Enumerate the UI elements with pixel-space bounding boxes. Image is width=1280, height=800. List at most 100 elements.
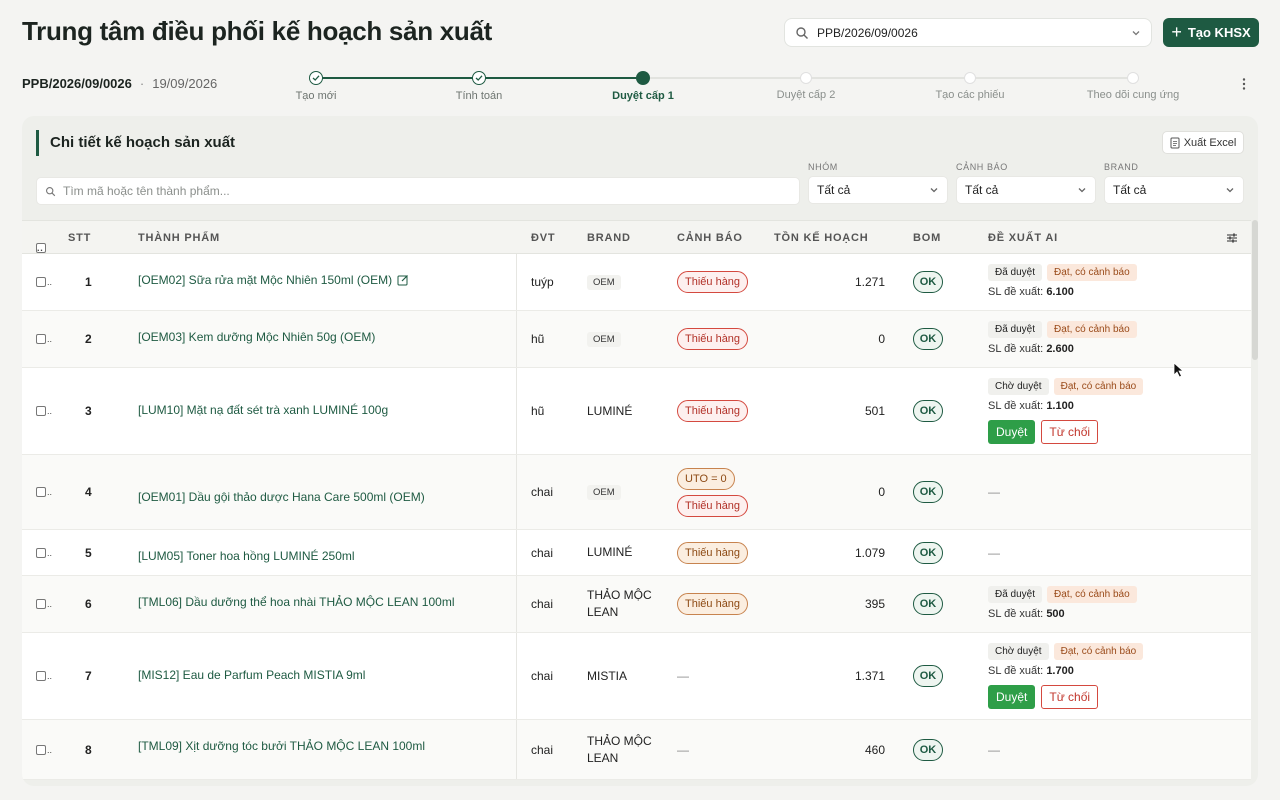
product-link[interactable]: [LUM05] Toner hoa hồng LUMINÉ 250ml [138, 549, 355, 563]
bom-status-badge[interactable]: OK [913, 593, 943, 615]
step-dot [800, 72, 812, 84]
row-stock: 1.079 [854, 545, 885, 560]
row-stt: 5 [85, 545, 92, 560]
filter-warning-select[interactable]: Tất cả [956, 176, 1096, 204]
approve-button[interactable]: Duyệt [988, 420, 1036, 444]
row-stock: 1.271 [854, 275, 885, 289]
table-row[interactable]: .. 5 [LUM05] Toner hoa hồng LUMINÉ 250ml ch… [22, 530, 1251, 576]
filter-brand-select[interactable]: Tất cả [1104, 176, 1244, 204]
table-header: .. STT THÀNH PHẨM ĐVT BRAND CẢNH BÁO TỒN… [22, 220, 1251, 254]
filter-warning: CẢNH BÁO Tất cả [956, 162, 1096, 204]
row-stock: 501 [864, 404, 885, 418]
column-divider [516, 368, 517, 454]
product-link[interactable]: [OEM03] Kem dưỡng Mộc Nhiên 50g (OEM) [138, 330, 375, 344]
column-divider [516, 633, 517, 719]
warning-badge: Thiếu hàng [677, 494, 749, 517]
create-plan-button[interactable]: + Tạo KHSX [1163, 18, 1259, 47]
row-checkbox[interactable]: .. [36, 633, 52, 719]
bom-status-badge[interactable]: OK [913, 541, 943, 564]
column-divider [516, 530, 517, 575]
bom-status-badge[interactable]: OK [913, 481, 943, 503]
ai-state-tag: Chờ duyệt [988, 643, 1049, 660]
ai-qty: SL đề xuất: 2.600 [988, 343, 1137, 355]
row-stt: 2 [85, 332, 92, 346]
ai-warning-tag: Đạt, có cảnh báo [1047, 264, 1137, 281]
row-checkbox[interactable]: .. [36, 530, 52, 575]
bom-status-badge[interactable]: OK [913, 328, 943, 350]
ai-state-tag: Đã duyệt [988, 321, 1043, 338]
column-settings-icon[interactable] [1226, 232, 1238, 244]
row-unit: chai [531, 597, 554, 611]
table-row[interactable]: .. 1 [OEM02] Sữa rửa mặt Mộc Nhiên 150ml (… [22, 254, 1251, 311]
product-link[interactable]: [LUM10] Mặt nạ đất sét trà xanh LUMINÉ 1… [138, 403, 388, 417]
step-label: Duyệt cấp 2 [776, 89, 836, 101]
row-checkbox[interactable]: .. [36, 254, 52, 310]
table-row[interactable]: .. 6 [TML06] Dầu dưỡng thể hoa nhài THẢO M… [22, 576, 1251, 633]
ai-warning-tag: Đạt, có cảnh báo [1053, 378, 1144, 395]
ai-qty-value: 2.600 [1046, 343, 1074, 355]
step-dot [964, 72, 976, 84]
product-link[interactable]: [OEM01] Dầu gội thảo dược Hana Care 500m… [138, 490, 425, 504]
ai-state-tag: Đã duyệt [988, 586, 1043, 603]
row-unit: chai [531, 669, 554, 683]
row-checkbox[interactable]: .. [36, 311, 52, 367]
reject-button[interactable]: Từ chối [1041, 420, 1099, 444]
row-checkbox[interactable]: .. [36, 720, 52, 779]
reject-button[interactable]: Từ chối [1041, 685, 1099, 709]
table-row[interactable]: .. 8 [TML09] Xịt dưỡng tóc bưởi THẢO MỘC L… [22, 720, 1251, 780]
ai-suggestion: Chờ duyệt Đạt, có cảnh báo SL đề xuất: 1.1… [988, 378, 1144, 444]
step-label: Tính toán [455, 90, 503, 102]
more-vertical-icon[interactable] [1236, 76, 1252, 92]
page-title: Trung tâm điều phối kế hoạch sản xuất [22, 16, 492, 46]
warning-badge: Thiếu hàng [677, 400, 749, 422]
step-1: Tạo mới [236, 68, 396, 102]
row-brand: LUMINÉ [587, 403, 633, 418]
ai-qty: SL đề xuất: 1.700 [988, 665, 1143, 677]
table-row[interactable]: .. 7 [MIS12] Eau de Parfum Peach MISTIA 9m… [22, 633, 1251, 720]
product-link[interactable]: [TML09] Xịt dưỡng tóc bưởi THẢO MỘC LEAN… [138, 739, 425, 753]
workflow-stepper: Tạo mới Tính toán Duyệt cấp 1 Duyệt cấp 2 Tạ… [236, 68, 1216, 108]
product-link[interactable]: [TML06] Dầu dưỡng thể hoa nhài THẢO MỘC … [138, 595, 455, 609]
ai-qty-value: 500 [1046, 608, 1065, 620]
row-checkbox[interactable]: .. [36, 576, 52, 632]
warning-badge: Thiếu hàng [677, 271, 749, 293]
row-unit: hũ [531, 404, 545, 418]
product-link[interactable]: [MIS12] Eau de Parfum Peach MISTIA 9ml [138, 668, 365, 682]
plan-code: PPB/2026/09/0026 [22, 76, 132, 91]
export-excel-button[interactable]: Xuất Excel [1162, 131, 1244, 154]
chevron-down-icon [1078, 188, 1086, 193]
bom-status-badge[interactable]: OK [913, 271, 943, 293]
ai-qty-value: 1.100 [1046, 400, 1074, 412]
product-search-input[interactable]: Tìm mã hoặc tên thành phẩm... [36, 177, 800, 205]
filter-group: NHÓM Tất cả [808, 162, 948, 204]
row-checkbox[interactable]: .. [36, 455, 52, 529]
table-row[interactable]: .. 3 [LUM10] Mặt nạ đất sét trà xanh LUMIN… [22, 368, 1251, 455]
ai-warning-tag: Đạt, có cảnh báo [1047, 586, 1137, 603]
filter-group-value: Tất cả [817, 183, 851, 197]
ai-qty: SL đề xuất: 500 [988, 608, 1137, 620]
ai-qty: SL đề xuất: 6.100 [988, 286, 1137, 298]
row-unit: chai [531, 485, 554, 499]
table-row[interactable]: .. 4 [OEM01] Dầu gội thảo dược Hana Care 5… [22, 455, 1251, 530]
warning-badge: Thiếu hàng [677, 541, 749, 564]
row-brand: LUMINÉ [587, 545, 633, 559]
table-scrollbar[interactable] [1252, 220, 1258, 360]
filter-group-select[interactable]: Tất cả [808, 176, 948, 204]
ai-state-tag: Đã duyệt [988, 264, 1043, 281]
bom-status-badge[interactable]: OK [913, 665, 943, 687]
row-checkbox[interactable]: .. [36, 368, 52, 454]
row-unit: hũ [531, 332, 545, 346]
mouse-cursor-icon [1173, 362, 1185, 378]
row-stock: 0 [878, 485, 885, 499]
plan-search-value: PPB/2026/09/0026 [817, 25, 918, 40]
ai-qty-label: SL đề xuất: [988, 665, 1044, 677]
bom-status-badge[interactable]: OK [913, 400, 943, 422]
bom-status-badge[interactable]: OK [913, 738, 943, 761]
approve-button[interactable]: Duyệt [988, 685, 1036, 709]
create-plan-label: Tạo KHSX [1187, 25, 1251, 40]
table-row[interactable]: .. 2 [OEM03] Kem dưỡng Mộc Nhiên 50g (OEM)… [22, 311, 1251, 368]
product-link[interactable]: [OEM02] Sữa rửa mặt Mộc Nhiên 150ml (OEM… [138, 273, 392, 287]
ai-empty: — [988, 545, 1000, 560]
edit-icon[interactable] [397, 274, 409, 286]
plan-search-select[interactable]: PPB/2026/09/0026 [784, 18, 1152, 47]
